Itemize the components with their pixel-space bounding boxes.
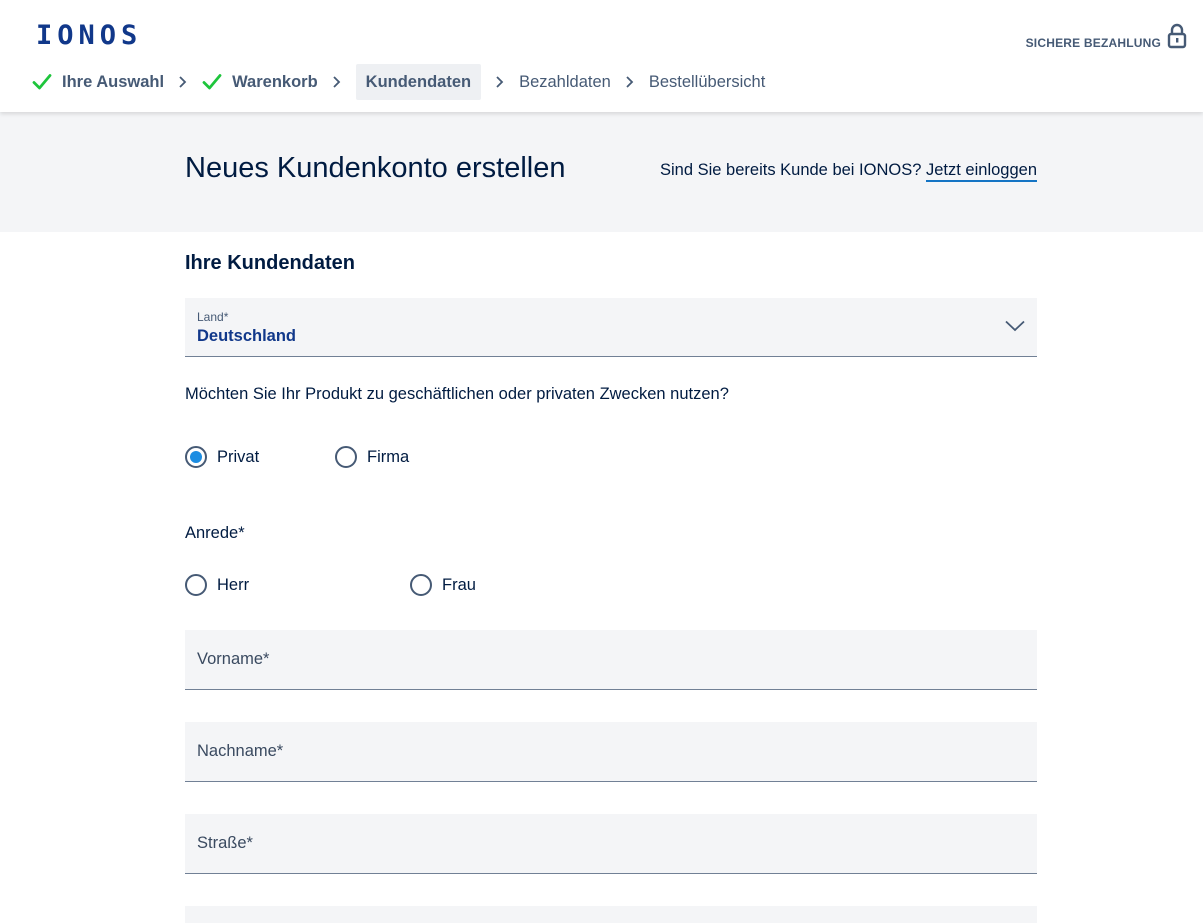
radio-unchecked-icon[interactable]: [185, 574, 207, 596]
login-prompt: Sind Sie bereits Kunde bei IONOS? Jetzt …: [660, 161, 1037, 182]
usage-question: Möchten Sie Ihr Produkt zu geschäftliche…: [185, 385, 729, 403]
salutation-label: Anrede*: [185, 524, 245, 542]
street-placeholder: Straße*: [197, 834, 253, 852]
radio-herr[interactable]: Herr: [185, 574, 249, 596]
step-label: Ihre Auswahl: [62, 72, 165, 91]
chevron-right-icon: [495, 75, 505, 89]
step-ihre-auswahl[interactable]: Ihre Auswahl: [32, 64, 174, 100]
radio-label: Frau: [442, 575, 476, 594]
country-value: Deutschland: [197, 327, 297, 345]
login-link[interactable]: Jetzt einloggen: [926, 161, 1037, 182]
first-name-field[interactable]: Vorname*: [185, 630, 1037, 690]
step-kundendaten: Kundendaten: [355, 64, 491, 100]
radio-privat[interactable]: Privat: [185, 446, 259, 468]
radio-label: Herr: [217, 575, 250, 594]
chevron-right-icon: [332, 75, 342, 89]
radio-label: Privat: [217, 447, 260, 466]
login-question: Sind Sie bereits Kunde bei IONOS?: [660, 161, 922, 179]
chevron-right-icon: [178, 75, 188, 89]
page-title: Neues Kundenkonto erstellen: [185, 152, 566, 184]
radio-unchecked-icon[interactable]: [335, 446, 357, 468]
step-bezahldaten: Bezahldaten: [519, 64, 621, 100]
secure-payment-label: SICHERE BEZAHLUNG: [1025, 36, 1161, 50]
step-label: Bestellübersicht: [648, 72, 766, 91]
radio-frau[interactable]: Frau: [410, 574, 476, 596]
step-label: Warenkorb: [232, 72, 318, 91]
checkmark-icon: [32, 74, 52, 90]
radio-firma[interactable]: Firma: [335, 446, 409, 468]
step-bestelluebersicht: Bestellübersicht: [649, 64, 775, 100]
secure-payment-indicator: SICHERE BEZAHLUNG: [1026, 22, 1187, 50]
lock-icon: [1167, 23, 1187, 49]
ionos-logo[interactable]: IONOS: [36, 22, 142, 50]
step-label-current: Kundendaten: [355, 64, 482, 100]
step-warenkorb[interactable]: Warenkorb: [202, 64, 328, 100]
checkmark-icon: [202, 74, 222, 90]
last-name-placeholder: Nachname*: [197, 742, 284, 760]
street-field[interactable]: Straße*: [185, 814, 1037, 874]
chevron-right-icon: [625, 75, 635, 89]
radio-label: Firma: [367, 447, 410, 466]
radio-checked-icon[interactable]: [185, 446, 207, 468]
first-name-placeholder: Vorname*: [197, 650, 270, 668]
hero-band: Neues Kundenkonto erstellen Sind Sie ber…: [0, 112, 1203, 232]
radio-unchecked-icon[interactable]: [410, 574, 432, 596]
checkout-steps: Ihre Auswahl Warenkorb Kundendaten Bezah…: [32, 64, 775, 100]
section-title: Ihre Kundendaten: [185, 252, 356, 274]
last-name-field[interactable]: Nachname*: [185, 722, 1037, 782]
country-label: Land*: [197, 310, 229, 324]
step-label: Bezahldaten: [519, 72, 611, 91]
country-select[interactable]: Land* Deutschland: [185, 298, 1037, 357]
site-header: IONOS SICHERE BEZAHLUNG Ihre Auswahl War…: [0, 0, 1203, 112]
chevron-down-icon: [1005, 320, 1025, 332]
next-field-partial[interactable]: [185, 906, 1037, 923]
